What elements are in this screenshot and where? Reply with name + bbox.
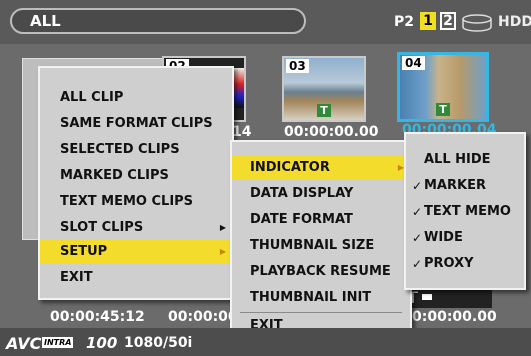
top-bar: ALL P2 1 2 HDD <box>0 0 531 44</box>
clip-timecode: 0:00:00.00 <box>412 309 497 325</box>
menu-item-text-memo-clips[interactable]: TEXT MEMO CLIPS <box>40 190 232 214</box>
codec-bitrate-label: 100 <box>86 334 118 352</box>
checkmark-icon: ✓ <box>412 179 423 193</box>
media-label: P2 <box>394 14 415 30</box>
clip-timecode: 00:00:45:12 <box>50 309 145 325</box>
menu-item-exit[interactable]: EXIT <box>40 266 232 290</box>
text-memo-badge: T <box>317 104 331 117</box>
menu-item-thumbnail-init[interactable]: THUMBNAIL INIT <box>232 286 410 310</box>
menu-item-slot-clips[interactable]: SLOT CLIPS ▶ <box>40 216 232 240</box>
clip-number: 03 <box>286 59 309 73</box>
codec-avc-label: AVC <box>6 334 42 353</box>
menu-item-marked-clips[interactable]: MARKED CLIPS <box>40 164 232 188</box>
thumbnail-04[interactable]: 04 T <box>397 52 489 122</box>
menu-item-proxy[interactable]: ✓ PROXY <box>406 252 524 276</box>
menu-item-label: SETUP <box>60 244 108 259</box>
menu-item-playback-resume[interactable]: PLAYBACK RESUME <box>232 260 410 284</box>
menu-item-setup[interactable]: SETUP ▶ <box>40 240 232 264</box>
slot-2-indicator: 2 <box>440 12 456 30</box>
checkmark-icon: ✓ <box>412 231 423 245</box>
setup-submenu: INDICATOR ▶ DATA DISPLAY DATE FORMAT THU… <box>230 140 412 342</box>
menu-item-label: SLOT CLIPS <box>60 220 144 235</box>
menu-item-data-display[interactable]: DATA DISPLAY <box>232 182 410 206</box>
thumbnail-03[interactable]: 03 T <box>282 56 366 122</box>
menu-item-text-memo[interactable]: ✓ TEXT MEMO <box>406 200 524 224</box>
menu-item-wide[interactable]: ✓ WIDE <box>406 226 524 250</box>
view-mode-title: ALL <box>10 8 306 34</box>
menu-item-all-hide[interactable]: ALL HIDE <box>406 148 524 172</box>
menu-item-label: INDICATOR <box>250 160 330 175</box>
slot-1-indicator: 1 <box>420 12 436 30</box>
clip-timecode: 00:00:00.00 <box>284 124 379 140</box>
hdd-icon <box>462 14 492 32</box>
video-format-label: 1080/50i <box>124 335 193 351</box>
clip-number: 04 <box>402 56 425 70</box>
drive-label: HDD <box>498 14 531 30</box>
codec-intra-badge: INTRA <box>42 337 74 348</box>
menu-item-thumbnail-size[interactable]: THUMBNAIL SIZE <box>232 234 410 258</box>
menu-item-all-clip[interactable]: ALL CLIP <box>40 86 232 110</box>
submenu-arrow-icon: ▶ <box>219 223 226 232</box>
status-bar: AVC INTRA 100 1080/50i <box>0 328 531 356</box>
clip-timecode: 00:00:00 <box>168 309 238 325</box>
checkmark-icon: ✓ <box>412 205 423 219</box>
menu-item-marker[interactable]: ✓ MARKER <box>406 174 524 198</box>
submenu-arrow-icon: ▶ <box>219 247 226 256</box>
text-memo-badge: T <box>436 103 450 116</box>
menu-item-indicator[interactable]: INDICATOR ▶ <box>232 156 410 180</box>
menu-item-date-format[interactable]: DATE FORMAT <box>232 208 410 232</box>
thumbnail-main-menu: ALL CLIP SAME FORMAT CLIPS SELECTED CLIP… <box>38 66 234 300</box>
menu-divider <box>240 312 402 313</box>
menu-item-same-format-clips[interactable]: SAME FORMAT CLIPS <box>40 112 232 136</box>
menu-item-selected-clips[interactable]: SELECTED CLIPS <box>40 138 232 162</box>
clip-timecode: 14 <box>232 124 252 140</box>
thumbnail-row2-fragment[interactable]: T <box>408 288 492 308</box>
checkmark-icon: ✓ <box>412 257 423 271</box>
indicator-submenu: ALL HIDE ✓ MARKER ✓ TEXT MEMO ✓ WIDE ✓ P… <box>404 132 526 290</box>
